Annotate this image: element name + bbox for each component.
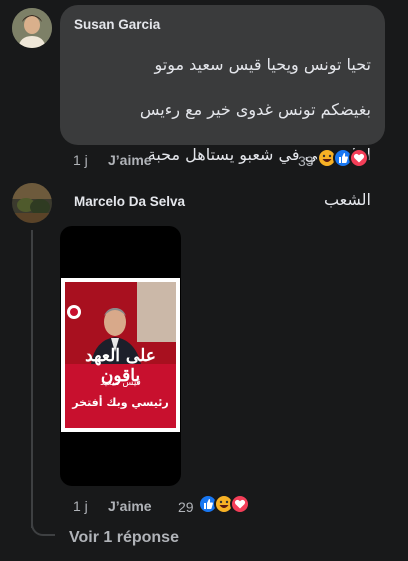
- thread-line: [31, 230, 33, 528]
- attached-image[interactable]: على العهد باقون قيس سعيد رئيسي وبك أفتخر: [60, 226, 181, 486]
- reaction-icons[interactable]: [317, 148, 369, 168]
- comment-text-line: تحيا تونس ويحيا قيس سعيد موتو: [154, 54, 371, 74]
- reaction-count[interactable]: 33: [298, 153, 314, 169]
- comment-timestamp[interactable]: 1 j: [73, 498, 88, 514]
- love-icon: [230, 494, 250, 514]
- poster: على العهد باقون قيس سعيد رئيسي وبك أفتخر: [65, 282, 176, 428]
- like-button[interactable]: J’aime: [108, 498, 152, 514]
- comment-text-line: بغيضكم تونس غدوى خير مع رءيس: [139, 99, 371, 119]
- comment-timestamp[interactable]: 1 j: [73, 152, 88, 168]
- comment-author-name[interactable]: Marcelo Da Selva: [74, 194, 185, 209]
- profile-photo-icon: [12, 8, 52, 48]
- profile-photo-icon: [12, 183, 52, 223]
- like-button[interactable]: J’aime: [108, 152, 152, 168]
- poster-name: قيس سعيد: [100, 378, 141, 388]
- reaction-count[interactable]: 29: [178, 499, 194, 515]
- love-icon: [349, 148, 369, 168]
- comment-bubble-susan: Susan Garcia تحيا تونس ويحيا قيس سعيد مو…: [60, 5, 385, 209]
- thread-connector: [31, 520, 55, 536]
- avatar-susan-garcia[interactable]: [12, 8, 52, 48]
- reaction-icons[interactable]: [198, 494, 250, 514]
- poster-frame: على العهد باقون قيس سعيد رئيسي وبك أفتخر: [61, 278, 180, 432]
- poster-slogan: رئيسي وبك أفتخر: [72, 396, 169, 409]
- view-replies-link[interactable]: Voir 1 réponse: [69, 529, 179, 547]
- avatar-marcelo-da-selva[interactable]: [12, 183, 52, 223]
- comment-author-name[interactable]: Susan Garcia: [74, 17, 160, 32]
